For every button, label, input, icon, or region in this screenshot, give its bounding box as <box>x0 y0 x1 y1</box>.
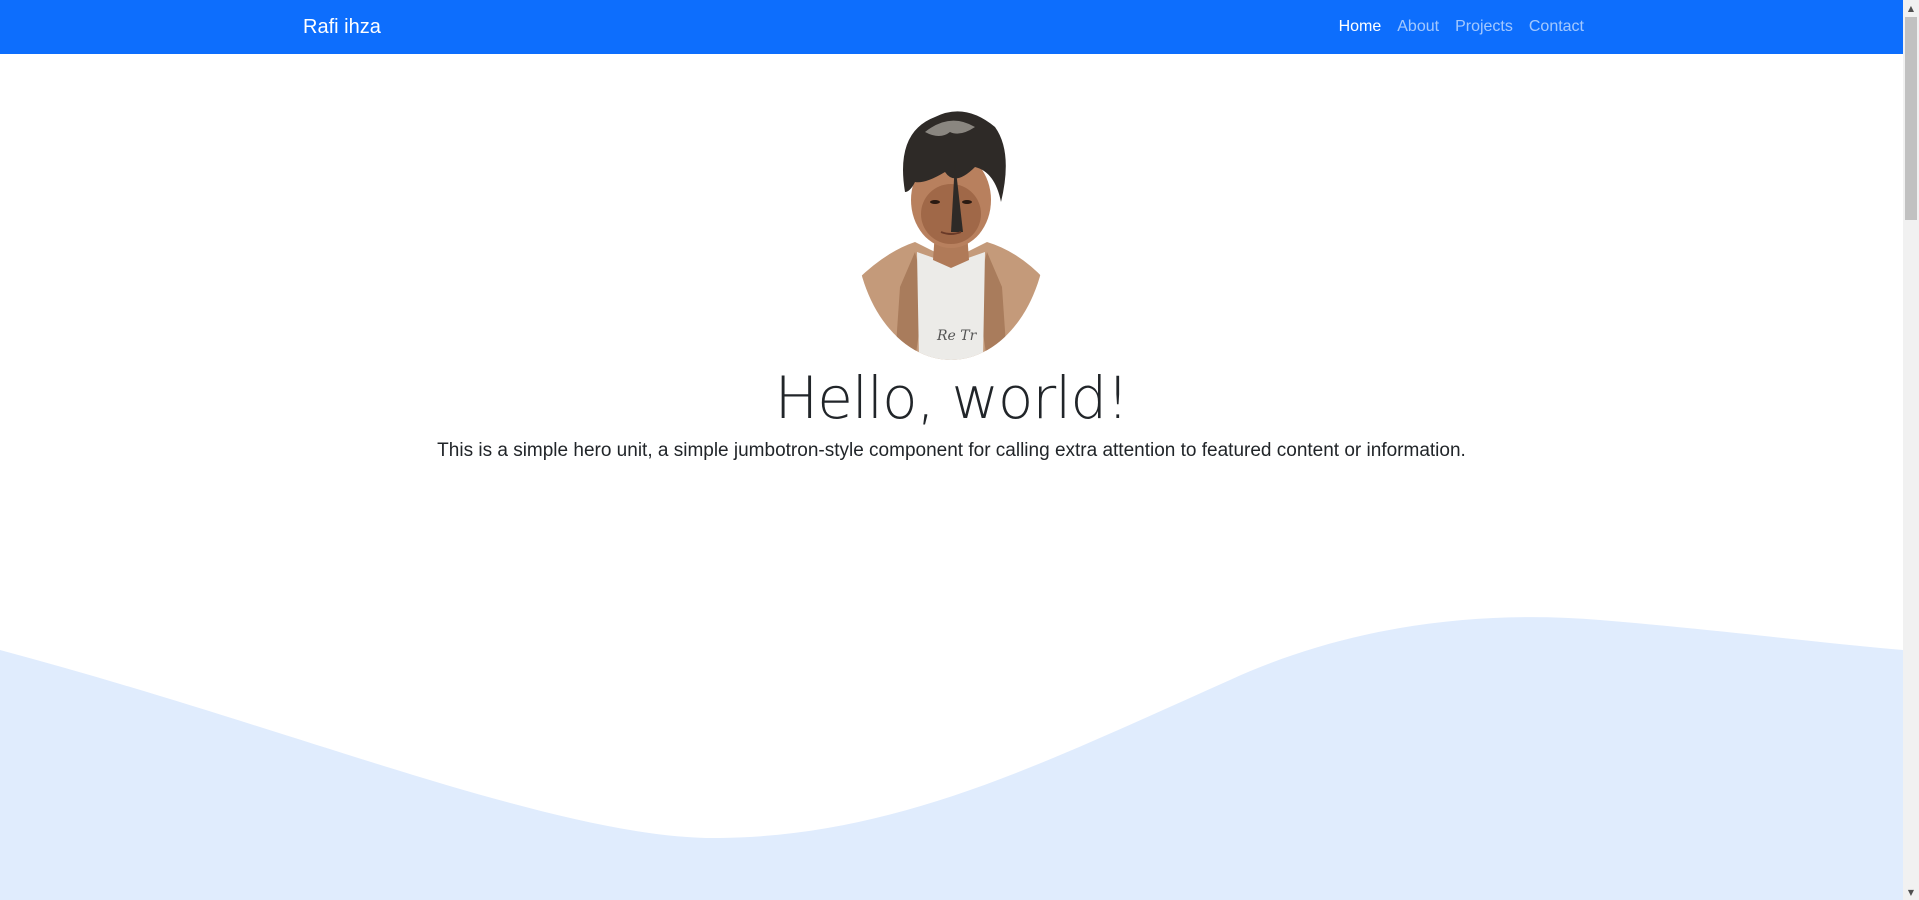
wave-background <box>0 617 1903 900</box>
nav-link-projects[interactable]: Projects <box>1447 15 1521 39</box>
nav-links: Home About Projects Contact <box>1331 0 1592 54</box>
profile-photo: Re Tr <box>855 92 1047 360</box>
hero-title: Hello, world! <box>774 364 1130 432</box>
page: Rafi ihza Home About Projects Contact Re… <box>0 0 1919 900</box>
nav-link-home[interactable]: Home <box>1331 15 1390 39</box>
avatar: Re Tr <box>855 92 1047 360</box>
svg-text:Re Tr: Re Tr <box>936 328 978 344</box>
navbar: Rafi ihza Home About Projects Contact <box>0 0 1903 54</box>
navbar-brand[interactable]: Rafi ihza <box>303 14 381 40</box>
nav-link-contact[interactable]: Contact <box>1521 15 1592 39</box>
hero-lead: This is a simple hero unit, a simple jum… <box>437 440 1466 461</box>
scroll-up-arrow-icon[interactable]: ▲ <box>1903 0 1919 16</box>
scroll-down-arrow-icon[interactable]: ▼ <box>1903 884 1919 900</box>
scrollbar[interactable]: ▲ ▼ <box>1903 0 1919 900</box>
scroll-thumb[interactable] <box>1905 17 1917 220</box>
nav-link-about[interactable]: About <box>1389 15 1447 39</box>
